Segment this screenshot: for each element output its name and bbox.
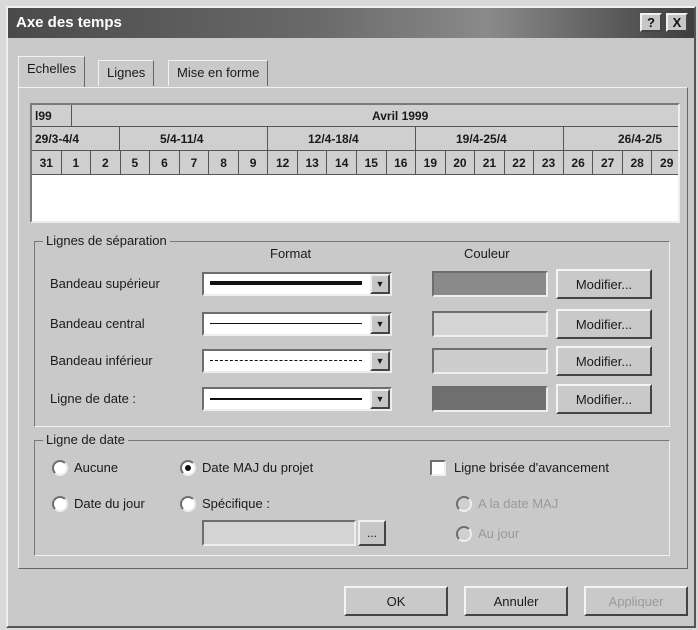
date-line-color-swatch bbox=[432, 386, 548, 412]
timescale-top-left: l99 bbox=[32, 105, 72, 126]
format-header: Format bbox=[270, 246, 312, 261]
band-top-color-swatch bbox=[432, 271, 548, 297]
line-style-preview bbox=[210, 398, 362, 400]
timescale-dialog: Axe des temps ? X Echelles Lignes Mise e… bbox=[6, 6, 696, 628]
radio-specific-label: Spécifique : bbox=[202, 496, 270, 511]
timescale-month: Avril 1999 bbox=[72, 105, 678, 126]
band-mid-label: Bandeau central bbox=[50, 316, 145, 331]
band-top-label: Bandeau supérieur bbox=[50, 276, 160, 291]
radio-today[interactable] bbox=[52, 496, 68, 512]
date-line-format-select[interactable]: ▼ bbox=[202, 387, 392, 411]
band-top-format-select[interactable]: ▼ bbox=[202, 272, 392, 296]
ok-button[interactable]: OK bbox=[344, 586, 448, 616]
timescale-day: 12 bbox=[268, 151, 298, 174]
date-line-label: Ligne de date : bbox=[50, 391, 137, 406]
separators-legend: Lignes de séparation bbox=[43, 233, 170, 248]
timescale-day: 8 bbox=[209, 151, 239, 174]
timescale-day: 22 bbox=[505, 151, 535, 174]
date-picker-button[interactable]: ... bbox=[358, 520, 386, 546]
radio-progress-today bbox=[456, 526, 472, 542]
timescale-day: 26 bbox=[564, 151, 594, 174]
timescale-day: 13 bbox=[298, 151, 328, 174]
radio-progress-today-label: Au jour bbox=[478, 526, 520, 541]
timescale-week: 26/4-2/5 bbox=[564, 127, 678, 150]
radio-progress-update bbox=[456, 496, 472, 512]
timescale-preview: l99 Avril 1999 29/3-4/4 5/4-11/4 12/4-18… bbox=[30, 103, 680, 223]
band-bottom-label: Bandeau inférieur bbox=[50, 353, 153, 368]
radio-project-date[interactable] bbox=[180, 460, 196, 476]
band-top-modify-button[interactable]: Modifier... bbox=[556, 269, 652, 299]
radio-specific[interactable] bbox=[180, 496, 196, 512]
timescale-day: 7 bbox=[180, 151, 210, 174]
line-style-preview bbox=[210, 360, 362, 361]
timescale-day: 14 bbox=[327, 151, 357, 174]
date-line-modify-button[interactable]: Modifier... bbox=[556, 384, 652, 414]
tab-echelles[interactable]: Echelles bbox=[18, 56, 86, 87]
chevron-down-icon[interactable]: ▼ bbox=[370, 274, 390, 294]
radio-none[interactable] bbox=[52, 460, 68, 476]
help-icon[interactable]: ? bbox=[640, 13, 662, 32]
cancel-button[interactable]: Annuler bbox=[464, 586, 568, 616]
timescale-week: 12/4-18/4 bbox=[268, 127, 416, 150]
radio-none-label: Aucune bbox=[74, 460, 119, 475]
band-bottom-format-select[interactable]: ▼ bbox=[202, 349, 392, 373]
band-bottom-modify-button[interactable]: Modifier... bbox=[556, 346, 652, 376]
band-mid-color-swatch bbox=[432, 311, 548, 337]
timescale-day: 31 bbox=[32, 151, 62, 174]
color-header: Couleur bbox=[464, 246, 510, 261]
timescale-day: 21 bbox=[475, 151, 505, 174]
timescale-day: 23 bbox=[534, 151, 564, 174]
line-style-preview bbox=[210, 323, 362, 324]
timescale-day: 27 bbox=[593, 151, 623, 174]
timescale-day: 9 bbox=[239, 151, 269, 174]
timescale-day: 20 bbox=[446, 151, 476, 174]
progress-line-checkbox[interactable] bbox=[430, 460, 446, 476]
tab-lignes[interactable]: Lignes bbox=[98, 60, 155, 86]
tab-mise-en-forme[interactable]: Mise en forme bbox=[168, 60, 269, 86]
timescale-day: 28 bbox=[623, 151, 653, 174]
radio-project-date-label: Date MAJ du projet bbox=[202, 460, 314, 475]
radio-today-label: Date du jour bbox=[74, 496, 145, 511]
timescale-day: 16 bbox=[387, 151, 417, 174]
timescale-week: 5/4-11/4 bbox=[120, 127, 268, 150]
radio-progress-update-label: A la date MAJ bbox=[478, 496, 559, 511]
timescale-week: 29/3-4/4 bbox=[32, 127, 120, 150]
band-mid-modify-button[interactable]: Modifier... bbox=[556, 309, 652, 339]
date-line-legend: Ligne de date bbox=[43, 432, 128, 447]
band-mid-format-select[interactable]: ▼ bbox=[202, 312, 392, 336]
chevron-down-icon[interactable]: ▼ bbox=[370, 314, 390, 334]
apply-button: Appliquer bbox=[584, 586, 688, 616]
timescale-day: 5 bbox=[121, 151, 151, 174]
timescale-day: 15 bbox=[357, 151, 387, 174]
chevron-down-icon[interactable]: ▼ bbox=[370, 389, 390, 409]
specific-date-input[interactable] bbox=[202, 520, 356, 546]
timescale-day-row: 31 1 2 5 6 7 8 9 12 13 14 15 16 19 20 21 22 23 26 27 28 29 bbox=[32, 151, 678, 175]
timescale-day: 2 bbox=[91, 151, 121, 174]
progress-line-label: Ligne brisée d'avancement bbox=[454, 460, 609, 475]
timescale-top-row: l99 Avril 1999 bbox=[32, 105, 678, 127]
window-title: Axe des temps bbox=[16, 14, 122, 31]
timescale-week-row: 29/3-4/4 5/4-11/4 12/4-18/4 19/4-25/4 26… bbox=[32, 127, 678, 151]
chevron-down-icon[interactable]: ▼ bbox=[370, 351, 390, 371]
timescale-day: 19 bbox=[416, 151, 446, 174]
band-bottom-color-swatch bbox=[432, 348, 548, 374]
timescale-week: 19/4-25/4 bbox=[416, 127, 564, 150]
close-icon[interactable]: X bbox=[666, 13, 688, 32]
timescale-day: 6 bbox=[150, 151, 180, 174]
timescale-day: 1 bbox=[62, 151, 92, 174]
title-bar: Axe des temps ? X bbox=[8, 8, 694, 38]
line-style-preview bbox=[210, 281, 362, 285]
timescale-day: 29 bbox=[652, 151, 678, 174]
